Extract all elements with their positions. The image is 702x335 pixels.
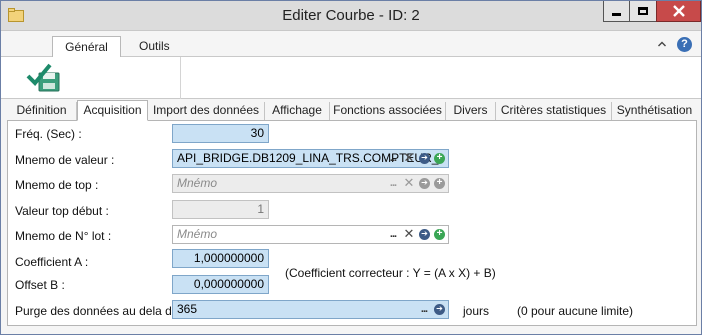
mnemo-valeur-actions: ... ✕ ➔ + bbox=[387, 151, 445, 164]
browse-icon[interactable]: ... bbox=[387, 177, 399, 189]
mnemo-lot-placeholder: Mnémo bbox=[177, 227, 218, 241]
purge-field[interactable]: 365 ... ➔ bbox=[172, 300, 449, 319]
go-to-icon[interactable]: ➔ bbox=[419, 228, 430, 240]
purge-unit: jours bbox=[463, 304, 490, 318]
freq-label: Fréq. (Sec) : bbox=[15, 127, 82, 141]
ribbon-tab-strip: Général Outils bbox=[1, 32, 701, 58]
tab-divers[interactable]: Divers bbox=[446, 102, 496, 120]
add-icon[interactable]: + bbox=[434, 152, 445, 164]
mnemo-top-field[interactable]: Mnémo ... ✕ ➔ + bbox=[172, 174, 449, 193]
minimize-button[interactable] bbox=[603, 1, 629, 22]
freq-input[interactable]: 30 bbox=[172, 124, 269, 143]
tab-acquisition[interactable]: Acquisition bbox=[77, 100, 148, 121]
valeur-top-label: Valeur top début : bbox=[15, 204, 109, 218]
mnemo-top-label: Mnemo de top : bbox=[15, 178, 99, 192]
clear-icon[interactable]: ✕ bbox=[403, 151, 415, 164]
window-title: Editer Courbe - ID: 2 bbox=[282, 7, 420, 24]
tab-fonctions-associees[interactable]: Fonctions associées bbox=[330, 102, 446, 120]
close-button[interactable] bbox=[656, 1, 701, 22]
offset-b-input[interactable]: 0,000000000 bbox=[172, 275, 269, 294]
valeur-top-input[interactable]: 1 bbox=[172, 200, 269, 219]
chevron-up-icon[interactable] bbox=[657, 39, 667, 49]
clear-icon[interactable]: ✕ bbox=[403, 176, 415, 189]
mnemo-lot-label: Mnemo de N° lot : bbox=[15, 229, 112, 243]
purge-value: 365 bbox=[177, 302, 198, 316]
tab-criteres-statistiques[interactable]: Critères statistiques bbox=[496, 102, 612, 120]
go-to-icon[interactable]: ➔ bbox=[419, 152, 430, 164]
add-icon[interactable]: + bbox=[434, 177, 445, 189]
coef-note: (Coefficient correcteur : Y = (A x X) + … bbox=[285, 266, 496, 280]
mnemo-lot-field[interactable]: Mnémo ... ✕ ➔ + bbox=[172, 225, 449, 244]
help-icon[interactable]: ? bbox=[677, 37, 692, 52]
ribbon-separator bbox=[180, 57, 181, 99]
mnemo-top-placeholder: Mnémo bbox=[177, 176, 218, 190]
browse-icon[interactable]: ... bbox=[387, 152, 399, 164]
tab-import-donnees[interactable]: Import des données bbox=[148, 102, 265, 120]
close-icon bbox=[672, 5, 685, 17]
ribbon-tab-general[interactable]: Général bbox=[52, 36, 121, 58]
add-icon[interactable]: + bbox=[434, 228, 445, 240]
browse-icon[interactable]: ... bbox=[418, 303, 430, 315]
go-to-icon[interactable]: ➔ bbox=[434, 303, 445, 315]
go-to-icon[interactable]: ➔ bbox=[419, 177, 430, 189]
tab-definition[interactable]: Définition bbox=[7, 102, 77, 120]
minimize-icon bbox=[612, 12, 621, 16]
clear-icon[interactable]: ✕ bbox=[403, 227, 415, 240]
tab-synthetisation[interactable]: Synthétisation bbox=[612, 102, 697, 120]
ribbon-body bbox=[1, 57, 701, 99]
browse-icon[interactable]: ... bbox=[387, 228, 399, 240]
save-validate-button[interactable] bbox=[26, 62, 62, 94]
coef-a-label: Coefficient A : bbox=[15, 255, 89, 269]
mnemo-valeur-label: Mnemo de valeur : bbox=[15, 153, 115, 167]
ribbon-tab-outils[interactable]: Outils bbox=[129, 36, 180, 58]
maximize-button[interactable] bbox=[629, 1, 656, 22]
section-tabs: Définition Acquisition Import des donnée… bbox=[7, 100, 697, 121]
mnemo-valeur-field[interactable]: API_BRIDGE.DB1209_LINA_TRS.COMPTEUR_ ...… bbox=[172, 149, 449, 168]
tab-affichage[interactable]: Affichage bbox=[265, 102, 330, 120]
purge-label: Purge des données au dela de : bbox=[15, 304, 186, 318]
mnemo-top-actions: ... ✕ ➔ + bbox=[387, 176, 445, 189]
purge-note: (0 pour aucune limite) bbox=[517, 304, 634, 318]
coef-a-input[interactable]: 1,000000000 bbox=[172, 249, 269, 268]
mnemo-lot-actions: ... ✕ ➔ + bbox=[387, 227, 445, 240]
maximize-icon bbox=[638, 7, 648, 15]
purge-actions: ... ➔ bbox=[418, 303, 445, 315]
editer-courbe-window: Editer Courbe - ID: 2 Général Outils ? D… bbox=[0, 0, 702, 335]
title-bar: Editer Courbe - ID: 2 bbox=[1, 1, 701, 31]
offset-b-label: Offset B : bbox=[15, 278, 65, 292]
